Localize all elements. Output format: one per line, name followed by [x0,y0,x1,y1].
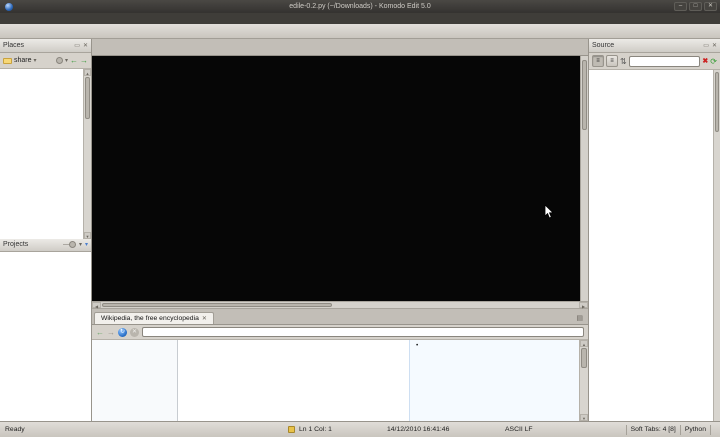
scrollbar-thumb[interactable] [102,303,332,307]
close-icon[interactable]: ✕ [202,315,207,322]
places-scrollbar[interactable]: ▲ ▼ [83,69,91,239]
main-toolbar [0,24,720,39]
source-title: Source [592,42,614,49]
close-button[interactable]: ✕ [704,2,717,11]
browser-toolbar: ← → ↻ ✕ [92,325,588,340]
chevron-down-icon[interactable]: ▾ [34,57,37,64]
sort-file-order-button[interactable]: ≡ [592,55,604,67]
status-soft-tabs[interactable]: Soft Tabs: 4 [8] [631,426,676,433]
scrollbar-thumb[interactable] [715,72,719,132]
places-header: Places ▭ ✕ [0,39,91,53]
url-input[interactable] [142,327,584,337]
window-title: edile-0.2.py (~/Downloads) - Komodo Edit… [0,3,720,10]
stop-icon[interactable]: ✕ [130,328,139,337]
scroll-down-icon[interactable]: ▼ [580,414,588,421]
source-toolbar: ≡ ≡ ⇅ ✖ ⟳ [589,53,720,70]
editor-vertical-scrollbar[interactable] [580,56,588,301]
refresh-icon[interactable]: ⟳ [710,57,717,66]
source-tree [589,70,720,421]
float-pane-icon[interactable]: ▭ [74,42,80,49]
scroll-up-icon[interactable]: ▲ [84,69,91,76]
places-forward-button[interactable]: → [80,56,88,65]
minimize-button[interactable]: – [674,2,687,11]
places-file-list: ▲ ▼ [0,69,91,239]
window-controls: –□✕ [674,2,717,11]
menu-bar [0,13,720,24]
wikipedia-language-sidebar [92,340,178,421]
projects-header: Projects — ▾ ▾ [0,239,91,252]
browser-scrollbar[interactable]: ▲ ▼ [579,340,588,421]
wikipedia-on-this-day: • [409,340,579,421]
title-bar: edile-0.2.py (~/Downloads) - Komodo Edit… [0,0,720,13]
browser-forward-button[interactable]: → [107,328,115,337]
close-pane-icon[interactable]: ✕ [83,42,88,49]
close-pane-icon[interactable]: ✕ [712,42,717,49]
browser-content: • ▲ ▼ [92,340,588,421]
tab-label: Wikipedia, the free encyclopedia [101,315,199,322]
gear-icon[interactable] [56,57,63,64]
scrollbar-thumb[interactable] [85,77,90,119]
status-language[interactable]: Python [685,426,706,433]
status-bar: Ready Ln 1 Col: 1 14/12/2010 16:41:46 AS… [0,421,720,437]
code-editor[interactable] [92,56,588,301]
scrollbar-thumb[interactable] [582,60,587,130]
scrollbar-thumb[interactable] [581,348,587,368]
maximize-button[interactable]: □ [689,2,702,11]
browser-preview-pane: Wikipedia, the free encyclopedia ✕ ▤ ← →… [92,309,588,421]
status-ready: Ready [5,426,288,433]
places-toolbar: share ▾ ▾ ← → [0,53,91,69]
editor-horizontal-scrollbar[interactable]: ◀ ▶ [92,301,588,309]
places-share-button[interactable]: share [14,57,32,64]
source-panel: Source ▭ ✕ ≡ ≡ ⇅ ✖ ⟳ [588,39,720,421]
chevron-down-icon[interactable]: ▾ [79,241,82,248]
sort-alpha-button[interactable]: ≡ [606,55,618,67]
float-pane-icon[interactable]: ▭ [703,42,709,49]
wikipedia-did-you-know [178,340,409,421]
divider [626,425,627,435]
divider [680,425,681,435]
symbol-filter-input[interactable] [629,56,701,67]
chevron-down-icon[interactable]: ▾ [85,241,88,248]
projects-title: Projects [3,241,28,248]
scroll-down-icon[interactable]: ▼ [84,232,91,239]
places-back-button[interactable]: ← [70,56,78,65]
gear-icon[interactable] [69,241,76,248]
status-datetime: 14/12/2010 16:41:46 [387,426,505,433]
main-area: Places ▭ ✕ share ▾ ▾ ← → ▲ ▼ Projects — [0,39,720,421]
editor-tab-strip [92,39,588,56]
chevron-down-icon[interactable]: ▾ [65,57,68,64]
sort-icon[interactable]: ⇅ [620,57,627,66]
bullet-icon: • [416,342,418,350]
divider [710,425,711,435]
reload-icon[interactable]: ↻ [118,328,127,337]
tab-wikipedia-preview[interactable]: Wikipedia, the free encyclopedia ✕ [94,312,214,324]
source-scrollbar[interactable] [713,70,720,421]
status-encoding[interactable]: ASCII LF [505,426,587,433]
editor-column: ◀ ▶ Wikipedia, the free encyclopedia ✕ ▤… [92,39,588,421]
mouse-cursor [544,205,554,219]
scroll-right-icon[interactable]: ▶ [579,302,588,308]
browser-back-button[interactable]: ← [96,328,104,337]
bottom-tab-strip: Wikipedia, the free encyclopedia ✕ ▤ [92,309,588,325]
scroll-left-icon[interactable]: ◀ [92,302,101,308]
places-title: Places [3,42,24,49]
places-panel: Places ▭ ✕ share ▾ ▾ ← → ▲ ▼ Projects — [0,39,92,421]
pane-tab-list-icon[interactable]: ▤ [576,314,583,322]
cursor-position: Ln 1 Col: 1 [299,426,387,433]
projects-empty-area [0,252,91,422]
syntax-status-icon [288,426,295,433]
source-header: Source ▭ ✕ [589,39,720,53]
clear-filter-icon[interactable]: ✖ [702,57,708,65]
folder-icon [3,58,12,64]
scroll-up-icon[interactable]: ▲ [580,340,588,347]
